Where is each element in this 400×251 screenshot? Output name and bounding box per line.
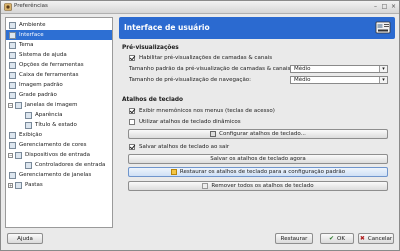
tree-item-grade-padrao[interactable]: Grade padrão xyxy=(9,90,57,100)
show-mnemonics-checkbox[interactable]: Exibir mnemônicos nos menus (teclas de a… xyxy=(129,108,275,114)
tree-item-titulo-estado[interactable]: Título & estado xyxy=(25,120,77,130)
close-icon[interactable]: × xyxy=(390,3,397,10)
tree-item-tema[interactable]: Tema xyxy=(9,40,34,50)
app-icon xyxy=(4,3,12,11)
checkbox-checked[interactable] xyxy=(129,144,135,150)
tree-item-imagem-padrao[interactable]: Imagem padrão xyxy=(9,80,63,90)
help-button[interactable]: Ajuda xyxy=(7,233,43,244)
tree-item-ajuda[interactable]: Sistema de ajuda xyxy=(9,50,67,60)
input-devices-icon xyxy=(15,151,22,159)
tree-item-caixa-ferramentas[interactable]: Caixa de ferramentas xyxy=(9,70,78,80)
tree-item-janelas-imagem[interactable]: Janelas de imagem xyxy=(15,100,78,110)
keyboard-icon xyxy=(210,131,217,137)
minimize-icon[interactable]: – xyxy=(372,3,379,10)
default-image-icon xyxy=(9,81,16,89)
settings-pane: Interface de usuário Pré-visualizações H… xyxy=(119,17,395,228)
cancel-icon: ✖ xyxy=(359,234,365,242)
save-shortcuts-now-button[interactable]: Salvar os atalhos de teclado agora xyxy=(128,154,388,164)
tree-item-opcoes-ferramentas[interactable]: Opções de ferramentas xyxy=(9,60,84,70)
check-icon: ✔ xyxy=(329,234,335,242)
restore-icon xyxy=(170,169,177,175)
tool-options-icon xyxy=(9,61,16,69)
tree-item-interface[interactable]: Interface xyxy=(6,30,112,40)
cancel-button[interactable]: ✖ Cancelar xyxy=(358,233,394,244)
category-tree[interactable]: Ambiente Interface Tema Sistema de ajuda… xyxy=(5,17,113,228)
chevron-down-icon: ▾ xyxy=(379,66,387,72)
toolbox-icon xyxy=(9,71,16,79)
nav-preview-size-label: Tamanho de pré-visualização de navegação… xyxy=(129,77,252,83)
collapse-dispositivos-icon[interactable]: − xyxy=(8,153,13,158)
page-title: Interface de usuário xyxy=(124,23,210,32)
tree-item-pastas[interactable]: Pastas xyxy=(15,180,43,190)
tree-item-dispositivos[interactable]: Dispositivos de entrada xyxy=(15,150,90,160)
interface-header-icon xyxy=(375,21,391,34)
expand-pastas-icon[interactable]: + xyxy=(8,183,13,188)
tree-item-ambiente[interactable]: Ambiente xyxy=(9,20,112,30)
theme-icon xyxy=(9,41,16,49)
tree-item-cores[interactable]: Gerenciamento de cores xyxy=(9,140,86,150)
restore-shortcuts-button[interactable]: Restaurar os atalhos de teclado para a c… xyxy=(128,167,388,177)
configure-shortcuts-button[interactable]: Configurar atalhos de teclado... xyxy=(128,129,388,139)
enable-previews-checkbox[interactable]: Habilitar pré-visualizações de camadas &… xyxy=(129,55,272,61)
image-windows-icon xyxy=(15,101,22,109)
layer-preview-size-select[interactable]: Médio ▾ xyxy=(290,65,388,73)
input-controllers-icon xyxy=(25,161,32,169)
checkbox-unchecked[interactable] xyxy=(129,119,135,125)
nav-preview-size-select[interactable]: Médio ▾ xyxy=(290,76,388,84)
chevron-down-icon: ▾ xyxy=(379,77,387,83)
ok-button[interactable]: ✔ OK xyxy=(320,233,354,244)
help-system-icon xyxy=(9,51,16,59)
appearance-icon xyxy=(25,111,32,119)
tree-item-aparencia[interactable]: Aparência xyxy=(25,110,63,120)
checkbox-checked[interactable] xyxy=(129,55,135,61)
folders-icon xyxy=(15,181,22,189)
display-icon xyxy=(9,131,16,139)
layer-preview-size-label: Tamanho padrão da pré-visualização de ca… xyxy=(129,66,293,72)
collapse-janelas-icon[interactable]: − xyxy=(8,103,13,108)
page-header: Interface de usuário xyxy=(119,17,395,39)
environment-icon xyxy=(9,21,16,29)
tree-item-janelas[interactable]: Gerenciamento de janelas xyxy=(9,170,91,180)
remove-shortcuts-button[interactable]: Remover todos os atalhos de teclado xyxy=(128,181,388,191)
window-management-icon xyxy=(9,171,16,179)
clear-icon xyxy=(202,183,209,189)
save-on-exit-checkbox[interactable]: Salvar atalhos de teclado ao sair xyxy=(129,144,229,150)
checkbox-checked[interactable] xyxy=(129,108,135,114)
title-status-icon xyxy=(25,121,32,129)
tree-item-exibicao[interactable]: Exibição xyxy=(9,130,42,140)
tree-item-controladores[interactable]: Controladores de entrada xyxy=(25,160,105,170)
color-management-icon xyxy=(9,141,16,149)
title-bar[interactable]: Preferências – □ × xyxy=(1,1,399,14)
reset-button[interactable]: Restaurar xyxy=(275,233,313,244)
dynamic-shortcuts-checkbox[interactable]: Utilizar atalhos de teclado dinâmicos xyxy=(129,119,241,125)
shortcuts-section-title: Atalhos de teclado xyxy=(122,97,184,103)
default-grid-icon xyxy=(9,91,16,99)
maximize-icon[interactable]: □ xyxy=(381,3,388,10)
preferences-dialog: Preferências – □ × Ambiente Interface Te… xyxy=(0,0,400,251)
window-title: Preferências xyxy=(14,3,48,9)
previews-section-title: Pré-visualizações xyxy=(122,45,179,51)
interface-icon xyxy=(9,31,16,39)
